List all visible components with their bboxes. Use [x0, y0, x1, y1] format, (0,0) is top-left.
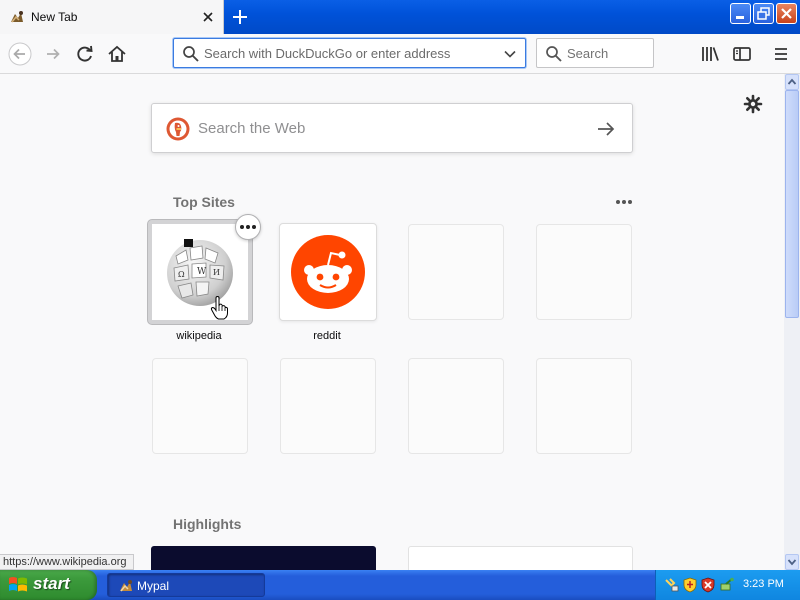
more-options-icon	[240, 225, 256, 229]
back-arrow-icon[interactable]	[8, 42, 32, 66]
search-input[interactable]	[567, 39, 651, 67]
scroll-thumb[interactable]	[785, 90, 799, 318]
top-site-tile-empty[interactable]	[536, 224, 632, 320]
url-bar[interactable]	[173, 38, 526, 68]
hamburger-menu-icon[interactable]	[769, 42, 793, 66]
top-site-tile-empty[interactable]	[152, 358, 248, 454]
search-bar[interactable]	[536, 38, 654, 68]
tile-context-menu-button[interactable]	[235, 214, 261, 240]
close-icon	[781, 8, 792, 19]
taskbar: start Mypal 3:23 PM	[0, 570, 800, 600]
search-icon	[546, 46, 562, 62]
highlight-card[interactable]	[408, 546, 633, 570]
home-icon[interactable]	[105, 42, 129, 66]
windows-logo-icon	[9, 577, 27, 592]
more-options-icon[interactable]	[612, 192, 636, 212]
minimize-icon	[736, 16, 744, 19]
highlights-title: Highlights	[173, 516, 242, 532]
system-tray: 3:23 PM	[655, 570, 800, 600]
gear-icon[interactable]	[743, 94, 763, 114]
taskbar-item-mypal[interactable]: Mypal	[107, 573, 265, 597]
new-tab-plus-icon[interactable]	[229, 6, 251, 28]
top-site-tile-empty[interactable]	[280, 358, 376, 454]
tab-title: New Tab	[31, 10, 78, 24]
scroll-down-button[interactable]	[785, 554, 799, 570]
close-window-button[interactable]	[776, 3, 797, 24]
search-icon	[183, 46, 199, 62]
highlight-card[interactable]	[151, 546, 376, 570]
svg-text:W: W	[197, 267, 207, 277]
tab-strip: New Tab	[0, 0, 800, 34]
security-shield-icon[interactable]	[682, 577, 698, 593]
top-site-label-wikipedia: wikipedia	[176, 330, 222, 342]
start-label: start	[33, 574, 70, 593]
mypal-favicon-icon	[11, 11, 23, 23]
network-tools-icon[interactable]	[664, 577, 680, 593]
vertical-scrollbar[interactable]	[784, 74, 800, 570]
start-button[interactable]: start	[0, 570, 97, 600]
restore-icon	[757, 7, 770, 20]
forward-arrow-icon[interactable]	[41, 42, 65, 66]
top-site-tile-reddit[interactable]	[279, 223, 377, 321]
reload-icon[interactable]	[73, 42, 97, 66]
minimize-button[interactable]	[730, 3, 751, 24]
chevron-down-icon[interactable]	[503, 47, 517, 61]
top-site-label-reddit: reddit	[313, 330, 341, 342]
taskbar-item-label: Mypal	[137, 579, 170, 593]
top-site-tile-empty[interactable]	[536, 358, 632, 454]
top-site-tile-empty[interactable]	[408, 358, 504, 454]
hand-cursor-icon	[210, 296, 228, 320]
web-search-input[interactable]	[198, 104, 588, 152]
library-icon[interactable]	[698, 42, 722, 66]
security-alert-icon[interactable]	[700, 577, 716, 593]
scroll-up-button[interactable]	[785, 74, 799, 90]
restore-button[interactable]	[753, 3, 774, 24]
url-input[interactable]	[204, 39, 504, 67]
web-search-box[interactable]	[151, 103, 633, 153]
arrow-right-icon[interactable]	[596, 119, 616, 139]
tab-new-tab[interactable]: New Tab	[0, 0, 224, 34]
reddit-logo-icon	[291, 235, 365, 309]
svg-text:Ω: Ω	[178, 270, 185, 279]
status-url: https://www.wikipedia.org	[0, 554, 134, 570]
arrow-down-icon	[787, 559, 797, 566]
svg-text:И: И	[213, 268, 220, 277]
duckduckgo-logo-icon	[166, 117, 190, 141]
top-sites-title: Top Sites	[173, 194, 235, 210]
safely-remove-hardware-icon[interactable]	[719, 577, 735, 593]
clock: 3:23 PM	[743, 578, 784, 590]
navigation-toolbar	[0, 34, 800, 74]
mypal-favicon-icon	[120, 580, 132, 592]
top-site-tile-empty[interactable]	[408, 224, 504, 320]
sidebar-icon[interactable]	[730, 42, 754, 66]
newtab-content: Top Sites W Ω И	[0, 74, 784, 570]
arrow-up-icon	[787, 78, 797, 85]
close-tab-icon[interactable]	[198, 7, 218, 27]
